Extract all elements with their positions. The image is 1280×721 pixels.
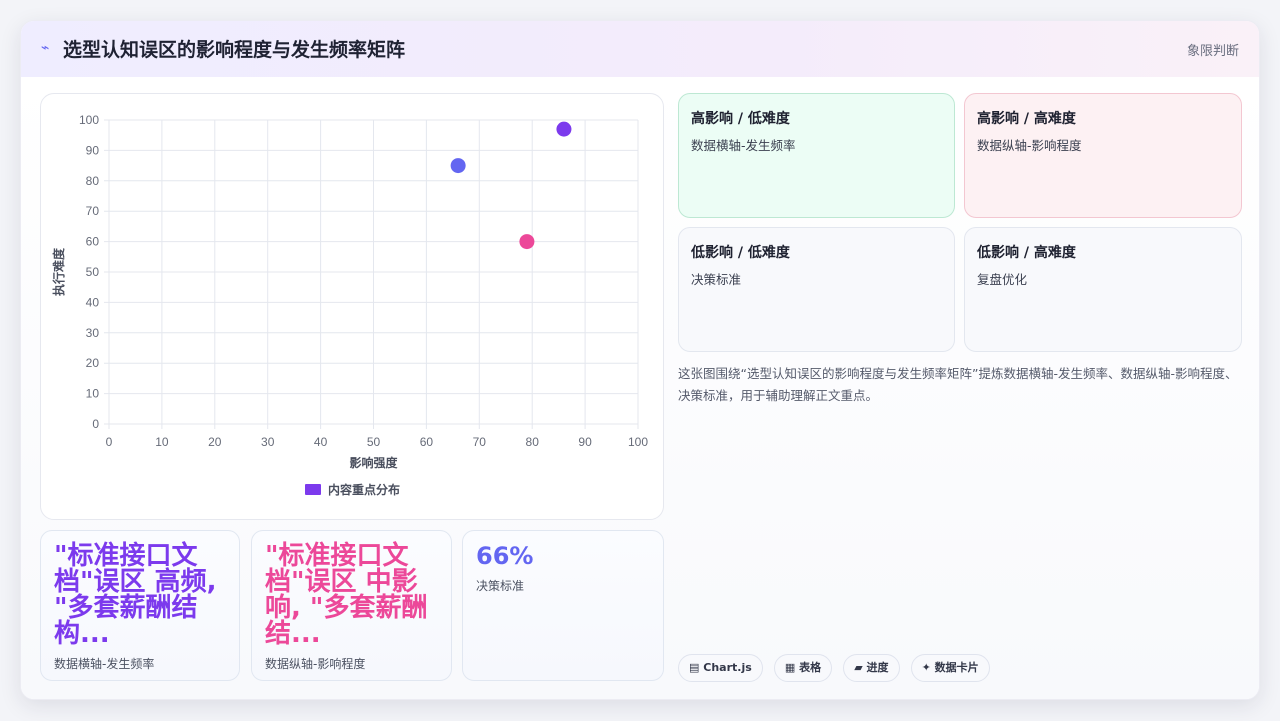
sparkle-icon: ✦: [921, 661, 931, 674]
stat-card-impact: "标准接口文档"误区 中影响, "多套薪酬结... 数据纵轴-影响程度: [251, 530, 452, 681]
quadrant-subtitle: 数据纵轴-影响程度: [977, 138, 1082, 153]
tag-label: 数据卡片: [934, 661, 979, 674]
x-tick-label: 100: [628, 435, 648, 449]
y-tick-label: 20: [86, 356, 100, 370]
stat-value: 66%: [476, 542, 534, 570]
tag-table[interactable]: ▦ 表格: [773, 654, 833, 682]
card-body: 0 10 20 30 40 50 60 70 80 90 100 0 10 20 30 40 50 60 70 80 9…: [21, 77, 1259, 699]
data-point: [450, 158, 466, 174]
tag-chartjs[interactable]: ▤ Chart.js: [678, 654, 763, 682]
x-tick-label: 30: [261, 435, 275, 449]
table-icon: ▦: [784, 661, 796, 674]
y-tick-label: 90: [86, 143, 100, 157]
stat-card-frequency: "标准接口文档"误区 高频, "多套薪酬结构... 数据横轴-发生频率: [40, 530, 240, 681]
quadrant-subtitle: 决策标准: [691, 272, 742, 287]
stat-value: "标准接口文档"误区 中影响, "多套薪酬结...: [265, 541, 428, 649]
stat-label: 数据纵轴-影响程度: [265, 657, 366, 671]
quadrant-subtitle: 数据横轴-发生频率: [691, 138, 796, 153]
legend-label: 内容重点分布: [328, 482, 400, 497]
x-tick-label: 90: [578, 435, 592, 449]
data-point: [519, 234, 535, 250]
quadrant-high-impact-high-difficulty: 高影响 / 高难度 数据纵轴-影响程度: [964, 93, 1242, 218]
y-tick-label: 30: [86, 326, 100, 340]
x-tick-label: 10: [155, 435, 169, 449]
chart-panel: 0 10 20 30 40 50 60 70 80 90 100 0 10 20 30 40 50 60 70 80 9…: [40, 93, 664, 520]
tag-label: 表格: [799, 661, 822, 674]
chart-description: 这张图围绕“选型认知误区的影响程度与发生频率矩阵”提炼数据横轴-发生频率、数据纵…: [678, 366, 1238, 403]
x-tick-label: 70: [473, 435, 487, 449]
y-tick-label: 70: [86, 204, 100, 218]
tag-label: 进度: [866, 661, 889, 674]
data-point: [556, 121, 572, 137]
quadrant-low-impact-high-difficulty: 低影响 / 高难度 复盘优化: [964, 227, 1242, 352]
tag-progress[interactable]: ▰ 进度: [843, 654, 900, 682]
x-tick-label: 20: [208, 435, 222, 449]
quadrant-title: 低影响 / 高难度: [977, 245, 1076, 261]
stat-label: 决策标准: [476, 579, 525, 593]
lightning-icon: ⌁: [41, 40, 50, 56]
tag-data-card[interactable]: ✦ 数据卡片: [910, 654, 990, 682]
stat-label: 数据横轴-发生频率: [54, 657, 155, 671]
card-header: ⌁ 选型认知误区的影响程度与发生频率矩阵 象限判断: [21, 21, 1259, 78]
quadrant-subtitle: 复盘优化: [977, 272, 1028, 287]
x-tick-label: 50: [367, 435, 381, 449]
y-tick-label: 50: [86, 265, 100, 279]
y-tick-label: 100: [79, 113, 99, 127]
quadrant-title: 高影响 / 低难度: [691, 111, 790, 127]
scatter-chart: 0 10 20 30 40 50 60 70 80 90 100 0 10 20 30 40 50 60 70 80 9…: [51, 113, 648, 497]
quadrant-title: 低影响 / 低难度: [691, 245, 790, 261]
x-tick-label: 0: [106, 435, 113, 449]
y-tick-label: 10: [86, 387, 100, 401]
main-card: ⌁ 选型认知误区的影响程度与发生频率矩阵 象限判断 0 10 20 30 40 50 60 7…: [20, 20, 1260, 700]
stat-card-decision: 66% 决策标准: [462, 530, 664, 681]
page-title: 选型认知误区的影响程度与发生频率矩阵: [63, 39, 406, 61]
y-tick-label: 80: [86, 174, 100, 188]
x-tick-label: 80: [526, 435, 540, 449]
legend-swatch: [305, 484, 321, 495]
y-axis-label: 执行难度: [51, 247, 66, 296]
quadrant-title: 高影响 / 高难度: [977, 111, 1076, 127]
y-tick-label: 0: [92, 417, 99, 431]
x-axis-label: 影响强度: [349, 455, 398, 470]
chart-icon: ▤: [689, 661, 700, 674]
x-tick-label: 40: [314, 435, 328, 449]
y-tick-label: 60: [86, 235, 100, 249]
quadrant-judgement-label: 象限判断: [1186, 44, 1239, 59]
stat-value: "标准接口文档"误区 高频, "多套薪酬结构...: [54, 541, 217, 649]
quadrant-high-impact-low-difficulty: 高影响 / 低难度 数据横轴-发生频率: [678, 93, 955, 218]
tag-list: ▤ Chart.js ▦ 表格 ▰ 进度 ✦ 数据卡片: [678, 654, 996, 682]
x-tick-label: 60: [420, 435, 434, 449]
tag-label: Chart.js: [703, 661, 752, 674]
y-tick-label: 40: [86, 295, 100, 309]
quadrant-low-impact-low-difficulty: 低影响 / 低难度 决策标准: [678, 227, 955, 352]
progress-icon: ▰: [854, 661, 863, 674]
